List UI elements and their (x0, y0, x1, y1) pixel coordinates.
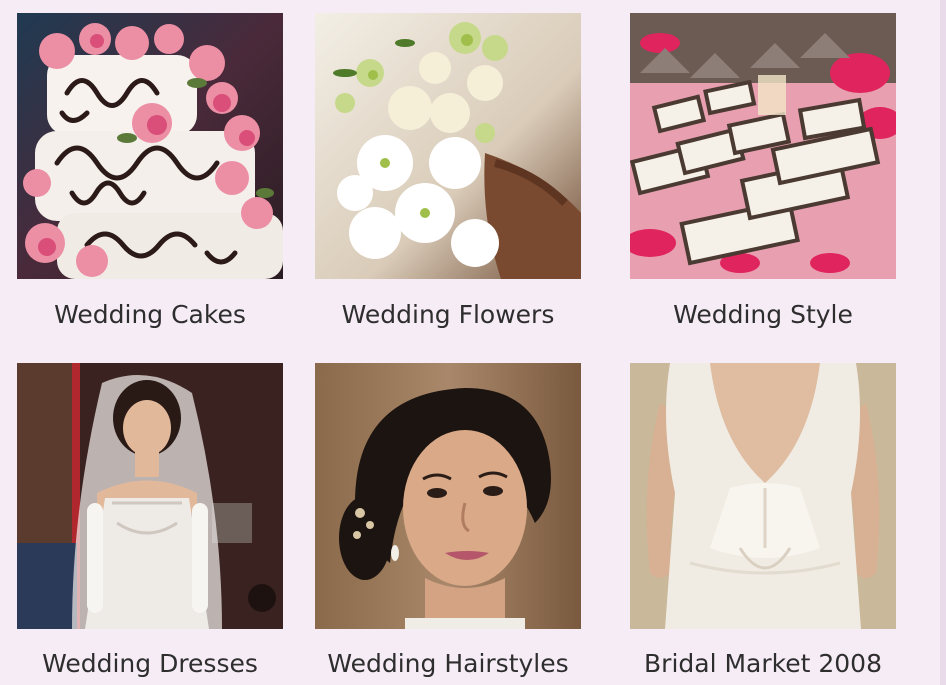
gallery-item-label[interactable]: Bridal Market 2008 (600, 649, 926, 679)
bridal-gown-photo[interactable] (17, 363, 283, 629)
gallery-item-label[interactable]: Wedding Flowers (285, 300, 611, 330)
place-cards-photo[interactable] (630, 13, 896, 279)
wedding-cake-photo[interactable] (17, 13, 283, 279)
gallery-item-label[interactable]: Wedding Hairstyles (285, 649, 611, 679)
gallery-item-label[interactable]: Wedding Cakes (0, 300, 313, 330)
gallery-item-label[interactable]: Wedding Style (600, 300, 926, 330)
gown-back-photo[interactable] (630, 363, 896, 629)
bouquet-photo[interactable] (315, 13, 581, 279)
bridal-hairstyle-photo[interactable] (315, 363, 581, 629)
gallery-item-label[interactable]: Wedding Dresses (0, 649, 313, 679)
wedding-gallery: Wedding Cakes Wedding Flowers Wedding St… (0, 0, 946, 685)
